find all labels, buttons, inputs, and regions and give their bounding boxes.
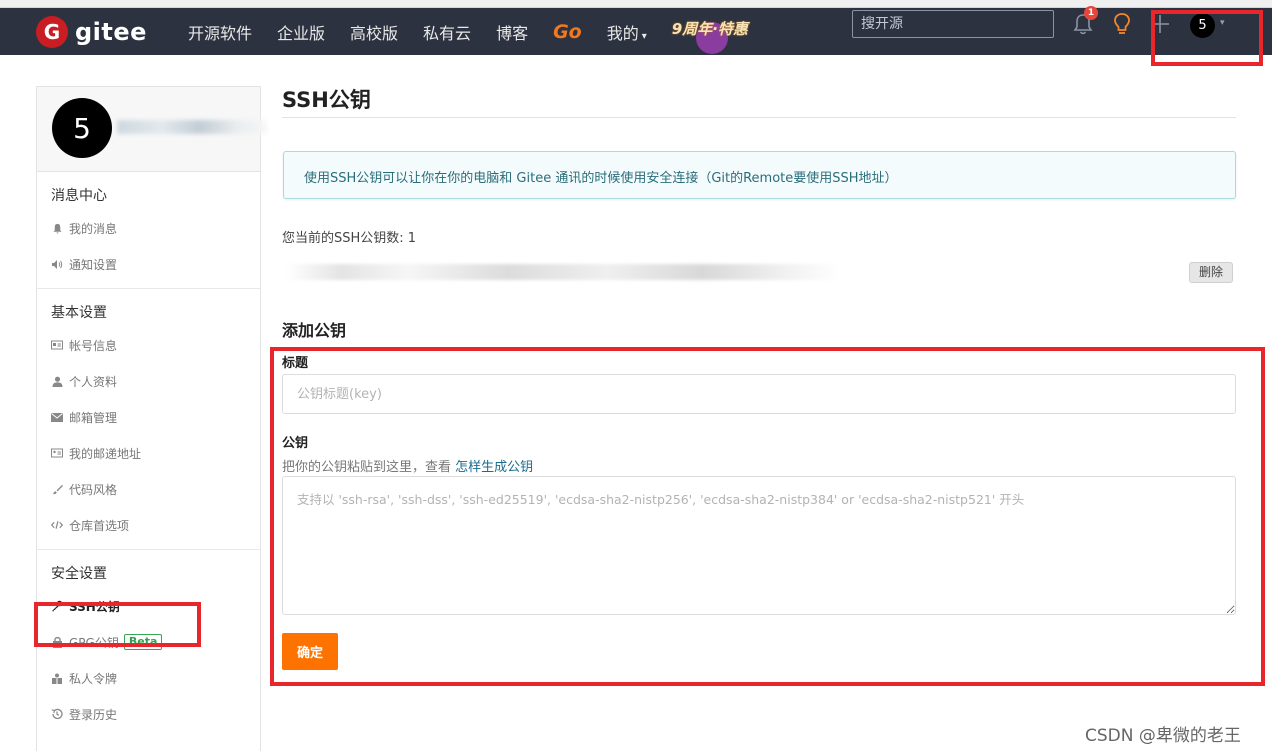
gitee-logo[interactable]: G gitee — [36, 15, 176, 48]
csdn-watermark: CSDN @卑微的老王 — [1085, 726, 1241, 746]
sidebar-item-label: 仓库首选项 — [69, 518, 130, 533]
annotation-box-form — [270, 347, 1265, 686]
nav-item-blog[interactable]: 博客 — [496, 20, 528, 44]
bell-icon — [51, 222, 63, 234]
section-messages: 消息中心 我的消息 通知设置 — [37, 172, 260, 289]
sidebar-item-label: 帐号信息 — [69, 338, 118, 353]
nav-item-go[interactable]: Go — [553, 21, 582, 43]
token-icon — [51, 672, 63, 684]
envelope-icon — [51, 411, 63, 423]
section-title-security: 安全设置 — [51, 566, 107, 582]
sidebar-item-label: 登录历史 — [69, 707, 118, 722]
lightbulb-icon[interactable] — [1112, 12, 1132, 36]
sidebar-item-notification-settings[interactable]: 通知设置 — [37, 246, 260, 282]
nav-menu: 开源软件 企业版 高校版 私有云 博客 Go 我的 ▾ 9周年·特惠 — [188, 8, 758, 55]
nav-item-mine-label: 我的 — [606, 23, 639, 43]
search-input[interactable] — [852, 10, 1054, 38]
notification-badge: 1 — [1084, 6, 1098, 20]
nav-item-enterprise[interactable]: 企业版 — [277, 20, 325, 44]
nav-item-education[interactable]: 高校版 — [350, 20, 398, 44]
section-basic: 基本设置 帐号信息 个人资料 邮箱管理 我的邮递地址 代码风格 仓库首选项 — [37, 289, 260, 550]
blurred-username — [117, 120, 267, 134]
sidebar-item-login-history[interactable]: 登录历史 — [37, 696, 260, 732]
sidebar-item-account-info[interactable]: 帐号信息 — [37, 327, 260, 363]
sidebar-item-label: 我的消息 — [69, 221, 118, 236]
anniversary-promo[interactable]: 9周年·特惠 — [672, 8, 758, 55]
nav-item-open-source[interactable]: 开源软件 — [188, 20, 252, 44]
sidebar-item-code-style[interactable]: 代码风格 — [37, 471, 260, 507]
section-title-basic: 基本设置 — [51, 305, 107, 321]
annotation-box-ssh-menu — [34, 602, 201, 647]
add-key-heading: 添加公钥 — [282, 321, 347, 340]
section-title-messages: 消息中心 — [51, 188, 107, 204]
code-icon — [51, 519, 63, 531]
history-icon — [51, 708, 63, 720]
chevron-down-icon: ▾ — [641, 30, 647, 42]
id-card-icon — [51, 339, 63, 351]
ssh-key-count: 您当前的SSH公钥数: 1 — [282, 231, 417, 246]
settings-sidebar: 5 消息中心 我的消息 通知设置 基本设置 帐号信息 个人资料 邮箱管理 我的邮 — [36, 86, 267, 751]
annotation-box-avatar — [1151, 10, 1263, 66]
user-icon — [51, 375, 63, 387]
paint-brush-icon — [51, 483, 63, 495]
ssh-info-message: 使用SSH公钥可以让你在你的电脑和 Gitee 通讯的时候使用安全连接（Git的… — [283, 151, 1236, 199]
user-avatar-large[interactable]: 5 — [52, 98, 112, 158]
sidebar-item-repo-preferences[interactable]: 仓库首选项 — [37, 507, 260, 543]
gitee-logo-text: gitee — [75, 17, 147, 46]
sidebar-item-label: 代码风格 — [69, 482, 118, 497]
sidebar-item-label: 通知设置 — [69, 257, 118, 272]
sidebar-item-private-tokens[interactable]: 私人令牌 — [37, 660, 260, 696]
gitee-logo-icon: G — [36, 15, 68, 48]
blurred-existing-key — [286, 264, 841, 280]
title-divider — [282, 117, 1236, 118]
speaker-icon — [51, 258, 63, 270]
sidebar-item-label: 私人令牌 — [69, 671, 118, 686]
sidebar-item-label: 个人资料 — [69, 374, 118, 389]
sidebar-item-label: 邮箱管理 — [69, 410, 118, 425]
nav-item-private-cloud[interactable]: 私有云 — [423, 20, 471, 44]
sidebar-item-profile[interactable]: 个人资料 — [37, 363, 260, 399]
sidebar-item-my-messages[interactable]: 我的消息 — [37, 210, 260, 246]
address-card-icon — [51, 447, 63, 459]
sidebar-item-email-management[interactable]: 邮箱管理 — [37, 399, 260, 435]
sidebar-item-postal-address[interactable]: 我的邮递地址 — [37, 435, 260, 471]
nav-item-mine[interactable]: 我的 ▾ — [607, 20, 647, 44]
page-title: SSH公钥 — [282, 88, 371, 112]
promo-text: 9周年·特惠 — [671, 20, 748, 38]
sidebar-item-label: 我的邮递地址 — [69, 446, 142, 461]
browser-strip — [0, 0, 1272, 8]
sidebar-profile: 5 — [37, 87, 267, 172]
delete-key-button[interactable]: 删除 — [1189, 262, 1233, 283]
